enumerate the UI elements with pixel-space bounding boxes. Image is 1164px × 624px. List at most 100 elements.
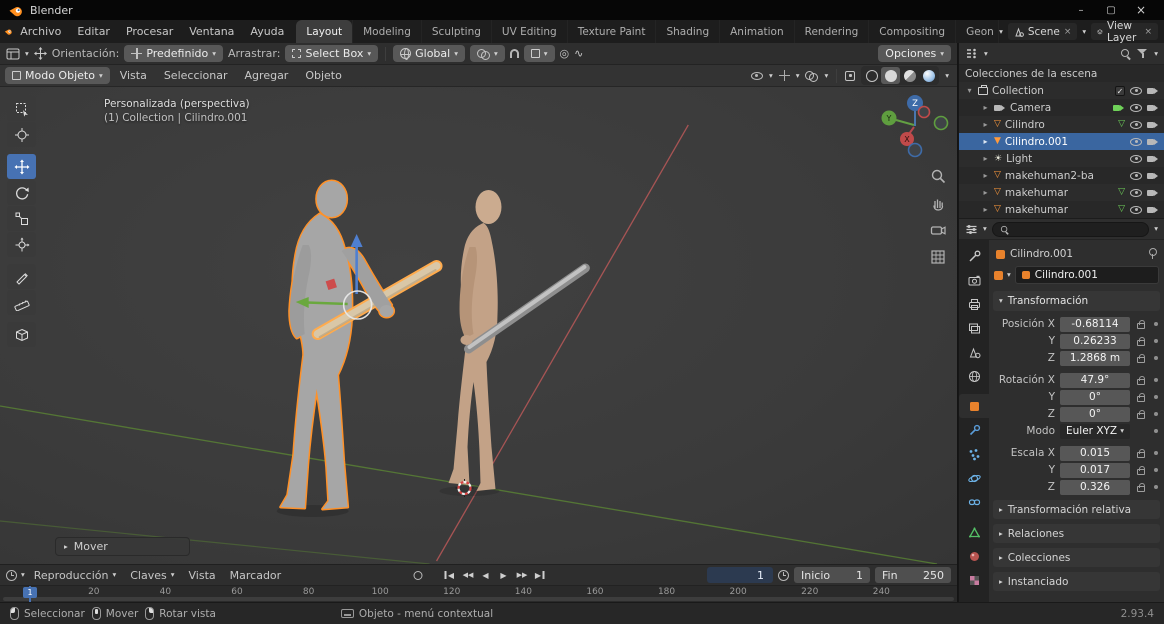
current-frame-field[interactable]: 1 [707, 567, 773, 583]
playback-menu[interactable]: Reproducción ▾ [29, 569, 121, 582]
gizmos-chevron-icon[interactable]: ▾ [796, 72, 800, 80]
section-relations[interactable]: ▸ Relaciones [993, 524, 1160, 543]
render-visibility-icon[interactable] [1147, 155, 1159, 163]
frame-start-field[interactable]: Inicio 1 [794, 567, 870, 583]
expander-icon[interactable]: ▸ [981, 188, 990, 197]
hide-eye-icon[interactable] [1130, 171, 1142, 180]
auto-keying-button[interactable] [410, 567, 425, 583]
minimize-button[interactable]: – [1066, 0, 1096, 20]
jump-to-start-button[interactable]: ◀ [442, 567, 457, 583]
viewport-3d[interactable]: Personalizada (perspectiva) (1) Collecti… [0, 87, 957, 564]
object-browse-chevron-icon[interactable]: ▾ [1007, 271, 1011, 279]
expander-icon[interactable]: ▸ [981, 103, 990, 112]
shading-wireframe-button[interactable] [862, 67, 881, 84]
tab-material[interactable] [959, 544, 989, 568]
viewlayer-browse-icon[interactable]: ▾ [1082, 28, 1086, 36]
tab-texture[interactable] [959, 568, 989, 592]
timeline-view-menu[interactable]: Vista [184, 569, 221, 582]
animate-dot-icon[interactable] [1154, 322, 1158, 326]
animate-dot-icon[interactable] [1154, 356, 1158, 360]
timeline-editor-chevron-icon[interactable]: ▾ [21, 571, 25, 579]
hide-eye-icon[interactable] [1130, 86, 1142, 95]
location-x-field[interactable]: -0.68114 [1060, 316, 1130, 332]
lock-icon[interactable] [1137, 392, 1145, 402]
workspace-tab-geometry-nodes[interactable]: Geon [955, 20, 1000, 43]
object-browse-icon[interactable] [994, 270, 1003, 280]
object-name-field[interactable]: Cilindro.001 [1014, 266, 1159, 284]
zoom-icon[interactable] [929, 167, 947, 185]
hide-eye-icon[interactable] [1130, 120, 1142, 129]
navigation-gizmo[interactable]: Z Y X [878, 91, 952, 161]
editor-type-icon[interactable] [6, 48, 20, 60]
next-keyframe-button[interactable]: ▶ ▶ [514, 567, 529, 583]
lock-icon[interactable] [1137, 448, 1145, 458]
expander-icon[interactable]: ▸ [981, 120, 990, 129]
rotation-z-field[interactable]: 0° [1060, 406, 1130, 422]
transform-pivot-dropdown[interactable]: ▾ [469, 45, 505, 62]
orthographic-grid-icon[interactable] [929, 248, 947, 266]
animate-dot-icon[interactable] [1154, 412, 1158, 416]
render-visibility-icon[interactable] [1147, 121, 1159, 129]
rotation-mode-dropdown[interactable]: Euler XYZ ▾ [1060, 423, 1130, 439]
add-cube-tool-button[interactable] [7, 322, 36, 347]
menu-ventana[interactable]: Ventana [181, 20, 242, 43]
transform-section-header[interactable]: ▾ Transformación [993, 291, 1160, 311]
outliner-filter-icon[interactable] [1137, 48, 1148, 59]
rotation-x-field[interactable]: 47.9° [1060, 372, 1130, 388]
menu-vista[interactable]: Vista [113, 69, 154, 82]
outliner-row-collection[interactable]: ▾ Collection ✓ [959, 82, 1164, 99]
close-button[interactable]: × [1126, 0, 1156, 20]
outliner-filter-chevron-icon[interactable]: ▾ [1154, 50, 1158, 58]
outliner-row-cilindro[interactable]: ▸ ▽ Cilindro ▽ [959, 116, 1164, 133]
visibility-eye-icon[interactable] [750, 71, 763, 80]
render-visibility-icon[interactable] [1147, 206, 1159, 214]
pan-hand-icon[interactable] [929, 194, 947, 212]
gizmo-z-axis[interactable]: Z [912, 99, 918, 109]
tab-object-data[interactable] [959, 520, 989, 544]
outliner-row-camera[interactable]: ▸ Camera [959, 99, 1164, 116]
proportional-edit-icon[interactable]: ◎ [560, 47, 570, 60]
tab-constraints[interactable] [959, 490, 989, 514]
expander-icon[interactable]: ▾ [965, 86, 974, 95]
operator-panel-mover[interactable]: ▸ Mover [55, 537, 190, 556]
outliner-editor-icon[interactable] [965, 48, 978, 59]
timeline-marker-menu[interactable]: Marcador [225, 569, 287, 582]
animate-dot-icon[interactable] [1154, 485, 1158, 489]
outliner-row-light[interactable]: ▸ ☀ Light [959, 150, 1164, 167]
outliner-row-cilindro-001-selected[interactable]: ▸ ▼ Cilindro.001 [959, 133, 1164, 150]
snap-settings-dropdown[interactable]: ▾ [523, 45, 555, 62]
menu-agregar[interactable]: Agregar [238, 69, 296, 82]
animate-dot-icon[interactable] [1154, 339, 1158, 343]
overlays-toggle-icon[interactable] [805, 71, 819, 82]
workspace-tab-shading[interactable]: Shading [655, 20, 719, 43]
prev-keyframe-button[interactable]: ◀ ◀ [460, 567, 475, 583]
transform-tool-button[interactable] [7, 232, 36, 257]
render-visibility-icon[interactable] [1147, 87, 1159, 95]
shading-chevron-icon[interactable]: ▾ [945, 72, 949, 80]
move-tool-button[interactable] [7, 154, 36, 179]
expander-icon[interactable]: ▸ [981, 154, 990, 163]
timeline-track[interactable]: 20 40 60 80 100 120 140 160 180 200 220 … [0, 585, 957, 602]
cursor-tool-button[interactable] [7, 122, 36, 147]
render-visibility-icon[interactable] [1147, 104, 1159, 112]
workspace-tab-uv-editing[interactable]: UV Editing [490, 20, 567, 43]
lock-icon[interactable] [1137, 336, 1145, 346]
outliner-row-makehuman2-ba[interactable]: ▸ ▽ makehuman2-ba [959, 167, 1164, 184]
section-delta-transform[interactable]: ▸ Transformación relativa [993, 500, 1160, 519]
rotate-tool-button[interactable] [7, 180, 36, 205]
editor-type-chevron-icon[interactable]: ▾ [25, 50, 29, 58]
hide-eye-icon[interactable] [1130, 154, 1142, 163]
outliner-row-makehumar-1[interactable]: ▸ ▽ makehumar ▽ [959, 184, 1164, 201]
render-visibility-icon[interactable] [1147, 138, 1159, 146]
tab-view-layer[interactable] [959, 316, 989, 340]
lock-icon[interactable] [1137, 319, 1145, 329]
camera-view-icon[interactable] [929, 221, 947, 239]
outliner-row-makehumar-2[interactable]: ▸ ▽ makehumar ▽ [959, 201, 1164, 218]
shading-material-button[interactable] [900, 67, 919, 84]
animate-dot-icon[interactable] [1154, 468, 1158, 472]
view-layer-selector[interactable]: View Layer × [1091, 20, 1158, 44]
outliner-editor-chevron-icon[interactable]: ▾ [984, 50, 988, 58]
outliner-row-scene-collection[interactable]: Colecciones de la escena [959, 65, 1164, 82]
animate-dot-icon[interactable] [1154, 429, 1158, 433]
timeline-scrollbar[interactable] [3, 597, 954, 601]
